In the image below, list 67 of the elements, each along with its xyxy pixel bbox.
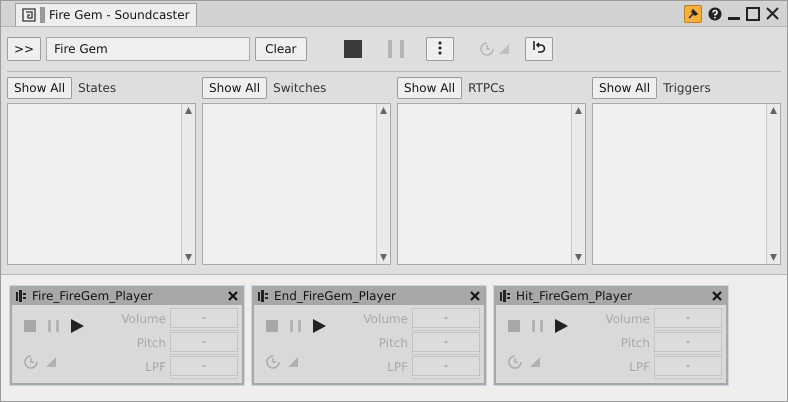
timer-icon[interactable]	[480, 42, 494, 56]
triangle-icon[interactable]	[530, 357, 540, 367]
filter-list[interactable]	[7, 103, 196, 265]
timer-icon[interactable]	[508, 355, 522, 369]
maximize-icon[interactable]	[746, 6, 760, 20]
document-tab[interactable]: Fire Gem - Soundcaster	[15, 3, 197, 26]
scroll-up-icon[interactable]	[185, 107, 192, 114]
soundcaster-icon	[22, 8, 36, 22]
scrollbar[interactable]	[571, 104, 585, 264]
close-icon[interactable]	[766, 7, 779, 20]
more-button[interactable]	[426, 37, 454, 61]
player-icon	[500, 290, 510, 302]
triangle-icon[interactable]	[288, 357, 298, 367]
player-title: End_FireGem_Player	[274, 288, 396, 302]
parameter-field[interactable]: -	[170, 332, 238, 354]
show-all-button[interactable]: Show All	[592, 77, 658, 99]
scroll-up-icon[interactable]	[770, 107, 777, 114]
play-icon[interactable]	[71, 319, 84, 333]
undo-button[interactable]	[524, 37, 552, 61]
scroll-down-icon[interactable]	[185, 254, 192, 261]
scrollbar[interactable]	[766, 104, 780, 264]
pin-button[interactable]	[684, 4, 702, 22]
stop-icon[interactable]	[344, 40, 362, 58]
timer-icon[interactable]	[266, 355, 280, 369]
parameter-field[interactable]: -	[412, 356, 480, 378]
help-icon[interactable]	[708, 6, 722, 20]
show-all-button[interactable]: Show All	[397, 77, 462, 99]
show-all-button[interactable]: Show All	[7, 77, 72, 99]
show-all-button[interactable]: Show All	[202, 77, 268, 99]
scrollbar[interactable]	[181, 104, 195, 264]
close-icon[interactable]	[228, 290, 238, 300]
parameter-field[interactable]: -	[170, 356, 238, 378]
scroll-down-icon[interactable]	[770, 254, 777, 261]
player-icon	[258, 290, 268, 302]
filter-label: Switches	[273, 81, 326, 95]
parameter-field[interactable]: -	[654, 356, 722, 378]
scroll-up-icon[interactable]	[380, 107, 387, 114]
search-field[interactable]: Fire Gem	[46, 37, 250, 61]
filter-label: RTPCs	[468, 81, 505, 95]
parameter-field[interactable]: -	[412, 308, 480, 330]
player-icon	[16, 290, 26, 302]
filter-list[interactable]	[397, 103, 586, 265]
filter-list[interactable]	[202, 103, 391, 265]
scrollbar[interactable]	[376, 104, 390, 264]
filter-label: States	[78, 81, 116, 95]
player-title: Hit_FireGem_Player	[516, 288, 632, 302]
close-icon[interactable]	[470, 290, 480, 300]
timer-icon[interactable]	[24, 355, 38, 369]
parameter-field[interactable]: -	[654, 308, 722, 330]
play-icon[interactable]	[313, 319, 326, 333]
scroll-down-icon[interactable]	[575, 254, 582, 261]
filter-list[interactable]	[592, 103, 781, 265]
pause-icon[interactable]	[388, 40, 404, 58]
parameter-field[interactable]: -	[654, 332, 722, 354]
expand-button[interactable]: >>	[7, 37, 42, 61]
triangle-icon[interactable]	[46, 357, 56, 367]
scroll-up-icon[interactable]	[575, 107, 582, 114]
close-icon[interactable]	[712, 290, 722, 300]
parameter-field[interactable]: -	[170, 308, 238, 330]
clear-button[interactable]: Clear	[255, 37, 306, 61]
undo-icon	[532, 40, 546, 56]
pin-icon	[688, 8, 698, 18]
scroll-down-icon[interactable]	[380, 254, 387, 261]
filter-label: Triggers	[663, 81, 711, 95]
player-title: Fire_FireGem_Player	[32, 288, 153, 302]
play-icon[interactable]	[555, 319, 568, 333]
parameter-field[interactable]: -	[412, 332, 480, 354]
